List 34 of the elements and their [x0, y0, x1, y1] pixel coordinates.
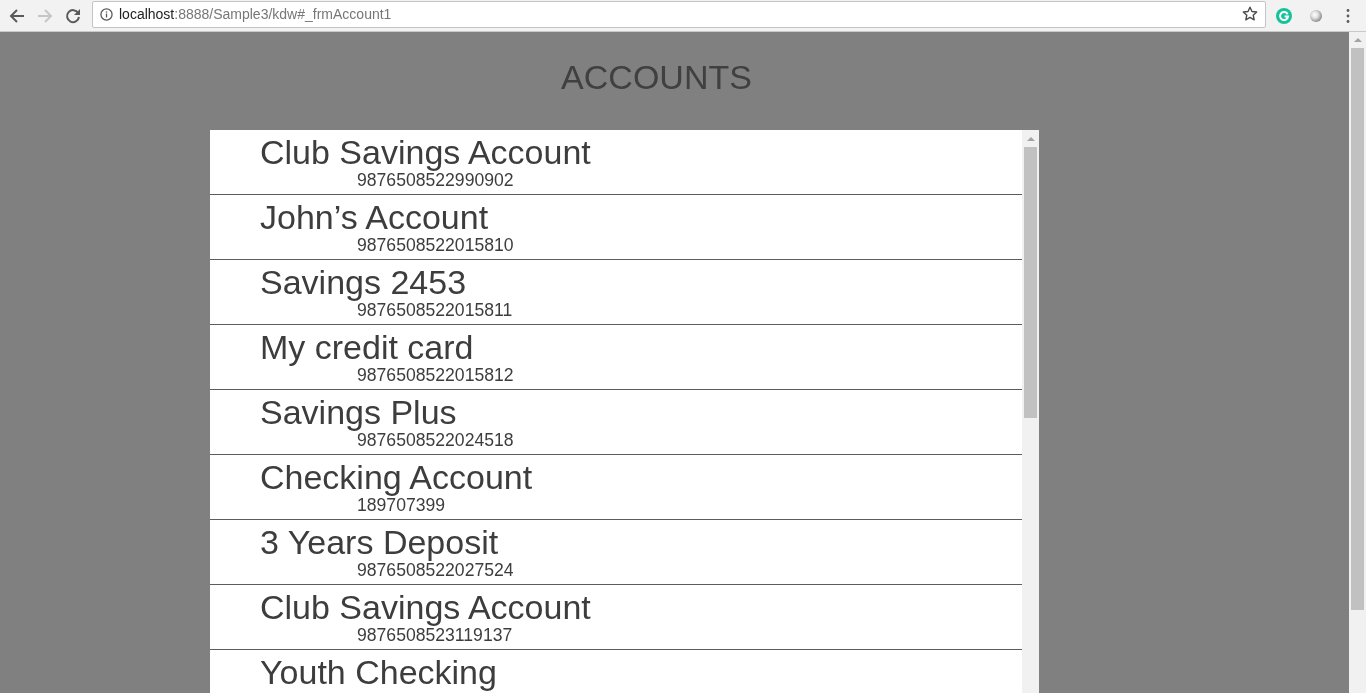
account-row[interactable]: My credit card 9876508522015812 [210, 325, 1022, 390]
back-arrow-icon [9, 7, 25, 24]
account-name: John’s Account [260, 199, 489, 235]
star-icon[interactable] [1242, 6, 1258, 22]
info-icon [100, 7, 113, 21]
scrollbar-thumb[interactable] [1024, 147, 1037, 418]
scroll-up-arrow-icon[interactable] [1026, 136, 1035, 141]
account-name: My credit card [260, 329, 474, 365]
account-row[interactable]: Savings Plus 9876508522024518 [210, 390, 1022, 455]
address-bar[interactable]: localhost:8888/Sample3/kdw#_frmAccount1 [92, 0, 1266, 28]
page-title: ACCOUNTS [561, 57, 752, 97]
account-row[interactable]: Checking Account 189707399 [210, 455, 1022, 520]
account-row[interactable]: John’s Account 9876508522015810 [210, 195, 1022, 260]
menu-icon[interactable] [1346, 7, 1350, 24]
account-row[interactable]: Club Savings Account 9876508523119137 [210, 585, 1022, 650]
account-row[interactable]: Club Savings Account 9876508522990902 [210, 130, 1022, 195]
account-number: 9876508523119137 [357, 625, 513, 645]
scroll-up-arrow-icon[interactable] [1353, 38, 1362, 42]
account-row[interactable]: 3 Years Deposit 9876508522027524 [210, 520, 1022, 585]
account-number: 9876508522015811 [357, 300, 513, 320]
account-name: Youth Checking [260, 654, 497, 690]
account-number: 9876508522990902 [357, 170, 514, 190]
account-row[interactable]: Savings 2453 9876508522015811 [210, 260, 1022, 325]
forward-arrow-icon [37, 7, 53, 24]
scrollbar-thumb[interactable] [1351, 48, 1364, 610]
account-number: 9876508522027524 [357, 560, 514, 580]
account-number: 9876508522015810 [357, 235, 514, 255]
account-number: 9876508522024518 [357, 430, 514, 450]
url-text: localhost:8888/Sample3/kdw#_frmAccount1 [119, 5, 392, 23]
reload-icon [65, 7, 81, 24]
account-number: 189707399 [357, 495, 446, 515]
extension-icon[interactable] [1276, 7, 1292, 24]
account-number: 9876508522015812 [357, 365, 514, 385]
extension-icon[interactable] [1310, 9, 1322, 22]
